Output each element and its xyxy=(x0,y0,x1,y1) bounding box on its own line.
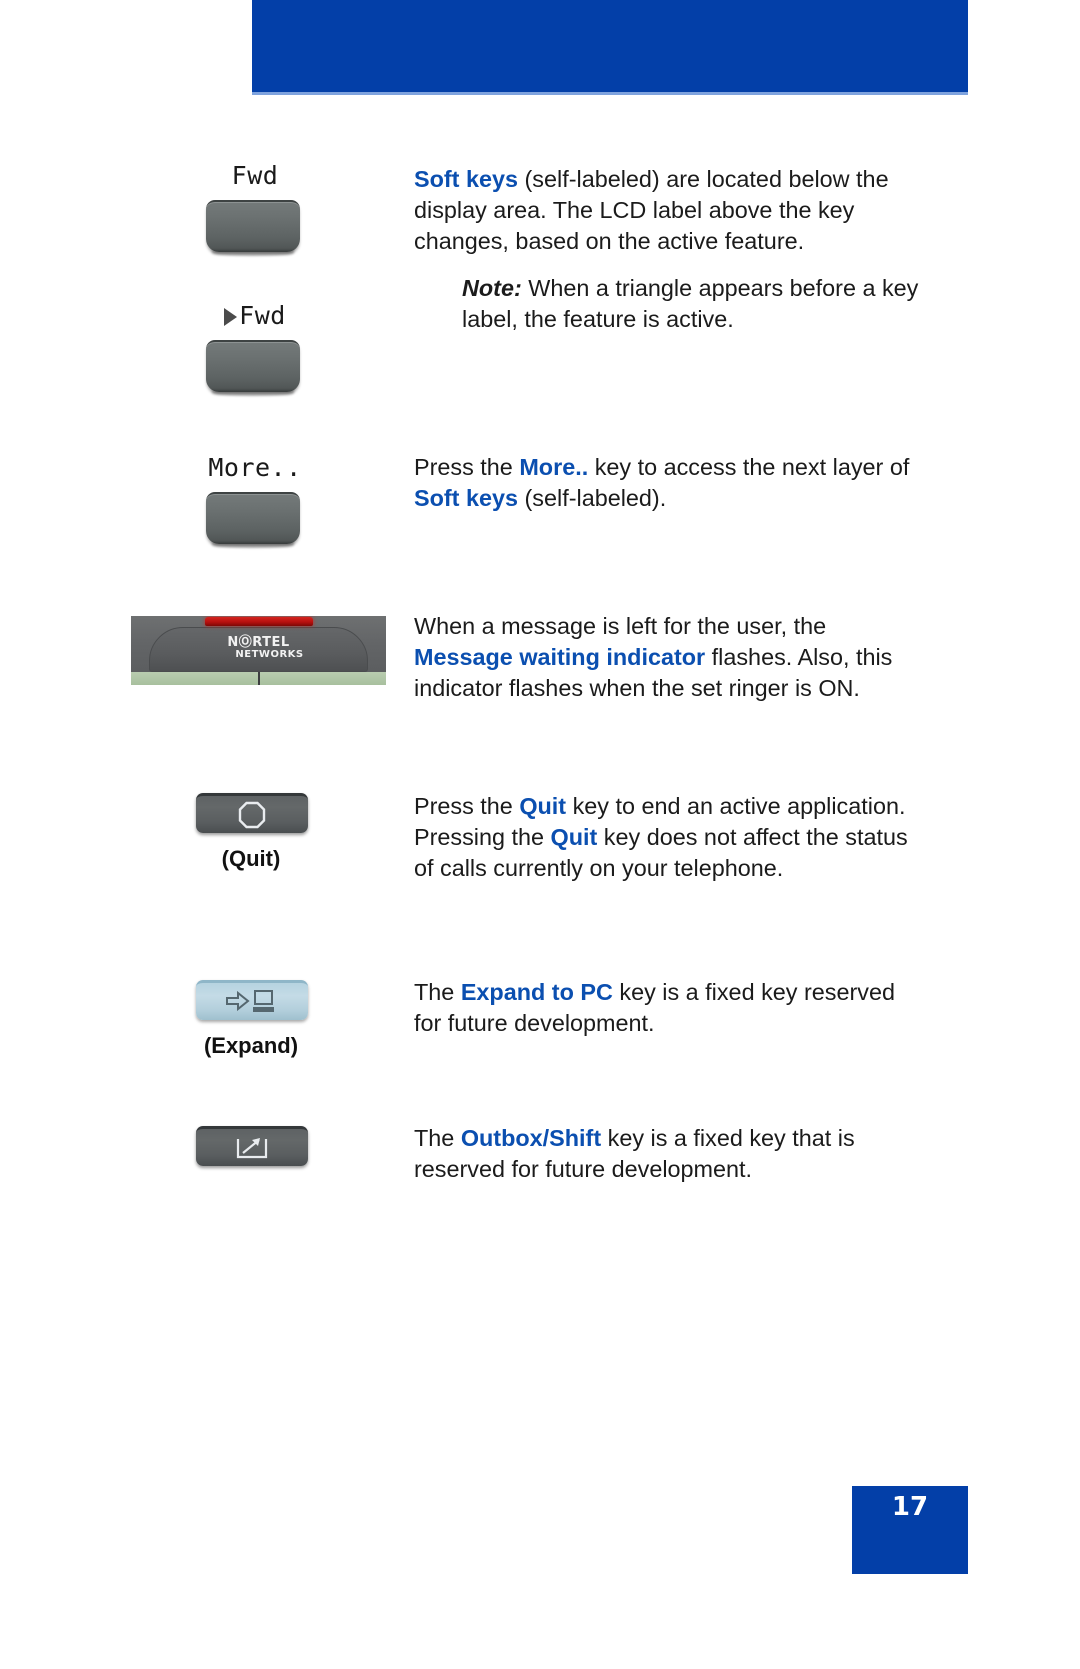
more-text-3: (self-labeled). xyxy=(518,485,667,511)
page-title: About the IP Phone 2002 xyxy=(666,1628,1034,1658)
expand-text-1: The xyxy=(414,979,461,1005)
outbox-arrow-icon xyxy=(236,1137,268,1158)
note-lead-label: Note: xyxy=(462,275,522,301)
softkey-lcd-label-1: Fwd xyxy=(231,161,279,190)
term-soft-keys: Soft keys xyxy=(414,166,519,192)
softkey-lcd-label-2: Fwd xyxy=(239,301,286,330)
quit-key-button[interactable] xyxy=(196,793,308,833)
expand-key-caption: (Expand) xyxy=(203,1033,299,1058)
term-expand-to-pc: Expand to PC xyxy=(460,979,613,1005)
soft-keys-note: Note: When a triangle appears before a k… xyxy=(414,273,924,335)
nortel-logo-main: NⓄRTEL xyxy=(227,635,290,650)
more-text-2: key to access the next layer of xyxy=(588,454,910,480)
message-waiting-description: When a message is left for the user, the… xyxy=(414,611,924,704)
term-soft-keys-2: Soft keys xyxy=(414,485,519,511)
outbox-text-1: The xyxy=(414,1125,461,1151)
more-lcd-label-wrap: More.. xyxy=(155,455,355,481)
softkey-lcd-label-2-wrap: Fwd xyxy=(155,303,355,329)
more-softkey-button[interactable] xyxy=(206,492,300,544)
outbox-shift-key-button[interactable] xyxy=(196,1126,308,1166)
outbox-key-glyph xyxy=(196,1129,308,1166)
quit-key-caption: (Quit) xyxy=(221,846,281,871)
page-header-banner xyxy=(252,0,968,92)
octagon-outline-icon xyxy=(238,801,266,828)
term-more: More.. xyxy=(519,454,589,480)
quit-text-1: Press the xyxy=(414,793,520,819)
phone-lcd-right xyxy=(260,672,386,685)
term-quit-1: Quit xyxy=(519,793,567,819)
softkey-button-2[interactable] xyxy=(206,340,300,392)
more-key-paragraph: Press the More.. key to access the next … xyxy=(414,452,924,514)
expand-key-glyph xyxy=(196,983,308,1020)
quit-key-description: Press the Quit key to end an active appl… xyxy=(414,791,924,884)
page-number: 17 xyxy=(891,1492,929,1522)
page-header-underline xyxy=(252,92,968,95)
outbox-shift-key-description: The Outbox/Shift key is a fixed key that… xyxy=(414,1123,924,1185)
nortel-logo-sub: NETWORKS xyxy=(235,649,304,660)
active-feature-triangle-icon xyxy=(224,308,238,326)
nortel-logo: NⓄRTEL NETWORKS xyxy=(131,636,386,660)
note-body: When a triangle appears before a key lab… xyxy=(462,275,919,332)
soft-keys-description: Soft keys (self-labeled) are located bel… xyxy=(414,164,924,335)
soft-keys-paragraph: Soft keys (self-labeled) are located bel… xyxy=(414,164,924,257)
outbox-paragraph: The Outbox/Shift key is a fixed key that… xyxy=(414,1123,924,1185)
mwi-text-1: When a message is left for the user, the xyxy=(414,613,827,639)
term-message-waiting-indicator: Message waiting indicator xyxy=(414,644,706,670)
message-waiting-indicator-photo: NⓄRTEL NETWORKS xyxy=(131,616,386,685)
more-text-1: Press the xyxy=(414,454,520,480)
expand-paragraph: The Expand to PC key is a fixed key rese… xyxy=(414,977,924,1039)
term-outbox-shift: Outbox/Shift xyxy=(460,1125,602,1151)
more-lcd-label: More.. xyxy=(208,453,302,482)
message-waiting-led-icon xyxy=(204,617,313,626)
softkey-lcd-label-1-wrap: Fwd xyxy=(155,163,355,189)
mwi-paragraph: When a message is left for the user, the… xyxy=(414,611,924,704)
expand-key-button[interactable] xyxy=(196,980,308,1020)
term-quit-2: Quit xyxy=(550,824,598,850)
quit-key-glyph xyxy=(196,796,308,833)
expand-key-description: The Expand to PC key is a fixed key rese… xyxy=(414,977,924,1039)
more-key-description: Press the More.. key to access the next … xyxy=(414,452,924,514)
softkey-button-1[interactable] xyxy=(206,200,300,252)
arrow-to-monitor-icon xyxy=(226,989,274,1012)
quit-paragraph: Press the Quit key to end an active appl… xyxy=(414,791,924,884)
phone-lcd-left xyxy=(131,672,260,685)
